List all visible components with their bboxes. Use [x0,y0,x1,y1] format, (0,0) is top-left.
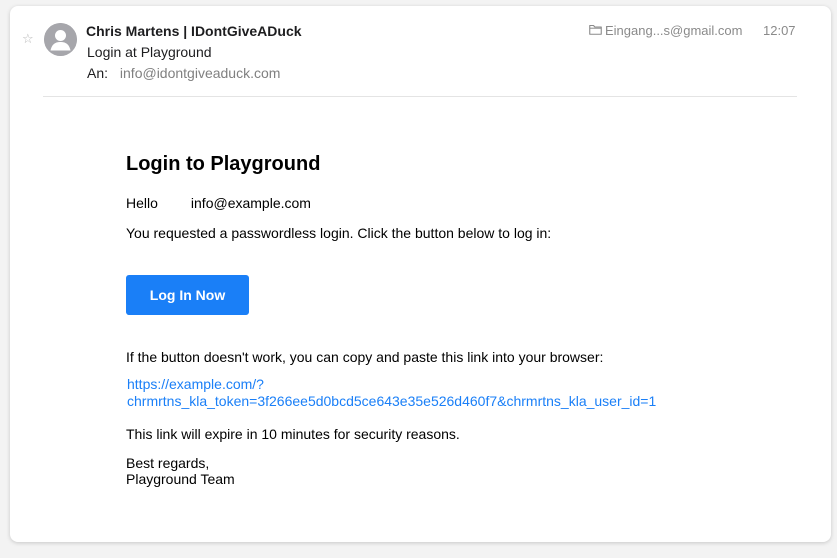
request-text: You requested a passwordless login. Clic… [126,225,552,241]
greeting-text: Hello [126,195,158,211]
avatar-icon [44,23,77,56]
login-link[interactable]: https://example.com/? chrmrtns_kla_token… [127,376,687,410]
email-viewer: ☆ Chris Martens | IDontGiveADuck Login a… [10,6,831,542]
login-link-line1: https://example.com/? [127,376,264,392]
expire-text: This link will expire in 10 minutes for … [126,426,460,442]
login-link-line2: chrmrtns_kla_token=3f266ee5d0bcd5ce643e3… [127,393,657,409]
email-title: Login to Playground [126,153,321,175]
log-in-now-button[interactable]: Log In Now [126,275,249,315]
recipient-label: An: [87,65,109,81]
recipient-address[interactable]: info@idontgiveaduck.com [120,65,281,81]
email-subject: Login at Playground [87,44,212,60]
signature-text: Playground Team [126,471,235,487]
star-icon[interactable]: ☆ [22,32,34,46]
header-divider [43,96,797,97]
received-time: 12:07 [763,23,796,38]
sender-name[interactable]: Chris Martens | IDontGiveADuck [86,23,302,39]
mailbox-location[interactable]: Eingang...s@gmail.com [589,23,742,38]
greeting-line: Hello info@example.com [126,195,311,211]
signature-block: Best regards, Playground Team [126,455,235,487]
signoff-text: Best regards, [126,455,210,471]
recipient-row: An: info@idontgiveaduck.com [87,65,280,81]
mailbox-label: Eingang...s@gmail.com [605,23,743,38]
fallback-text: If the button doesn't work, you can copy… [126,349,604,365]
folder-icon [589,23,602,38]
greeting-email: info@example.com [190,195,311,211]
